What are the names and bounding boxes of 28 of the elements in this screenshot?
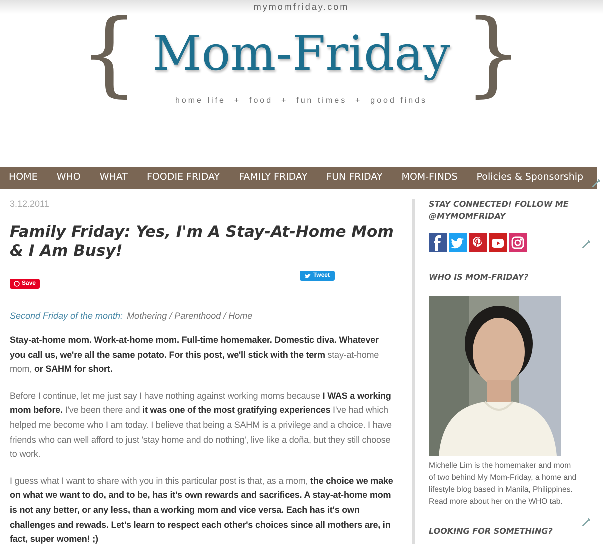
tool-icon[interactable] — [591, 178, 602, 189]
logo-brace: { — [80, 8, 139, 100]
nav-link[interactable]: MOM-FINDS — [402, 172, 458, 183]
sidebar-heading: WHO IS MOM-FRIDAY? — [429, 272, 530, 284]
series-label: Second Friday of the month: — [10, 311, 124, 321]
twitter-button[interactable] — [449, 233, 467, 252]
instagram-button[interactable] — [509, 233, 527, 252]
nav-link[interactable]: FUN FRIDAY — [326, 172, 383, 183]
nav-link[interactable]: FAMILY FRIDAY — [239, 172, 308, 183]
post-paragraph: Stay-at-home mom. Work-at-home mom. Full-time homemaker. Domestic diva. Whatever you call us, we're all the same potato. For this post, we'll stick with the term stay-at-home mom, or SAHM for short. — [10, 334, 380, 376]
nav-link[interactable]: WHAT — [100, 172, 128, 183]
sidebar-heading: STAY CONNECTED! FOLLOW ME @MYMOMFRIDAY — [429, 199, 570, 223]
site-tagline: home life + food + fun times + good finds — [175, 96, 428, 105]
sidebar-heading: LOOKING FOR SOMETHING? — [429, 526, 554, 538]
post-date: 3.12.2011 — [10, 199, 50, 209]
site-domain: mymomfriday.com — [254, 2, 350, 12]
nav-link[interactable]: WHO — [56, 172, 81, 183]
nav-link[interactable]: HOME — [9, 172, 38, 183]
bird-icon — [305, 274, 312, 278]
nav-link[interactable]: Policies & Sponsorship — [476, 172, 584, 183]
post-paragraph: I guess what I want to share with you in this particular post is that, as a mom, the choice we make on what we want to do, and to be, has it's own rewards and sacrifices. A stay-at-home mom is not any better, or any less, than a working mom and vice versa. Each has it's own challenges and rewads. Let's learn to respect each other's choices since all mothers are, in fact, super women! ;) — [10, 474, 394, 544]
post-categories: Mothering / Parenthood / Home — [127, 311, 253, 321]
facebook-button[interactable] — [429, 233, 447, 252]
post-title: Family Friday: Yes, I'm A Stay-At-Home Mom & I Am Busy! — [10, 223, 395, 261]
logo-brace: } — [464, 8, 523, 100]
youtube-button[interactable] — [489, 233, 507, 252]
post-paragraph: Before I continue, let me just say I have nothing against working moms because I WAS a working mom before. I've been there and it was one of the most gratifying experiences I've had which helped me become who I am today. I believe that being a SAHM is a privilege and a choice. I have friends who can well afford to just 'stay home and do nothing', live like a doña, but they still choose to work. — [10, 390, 393, 462]
nav-link[interactable]: FOODIE FRIDAY — [146, 172, 220, 183]
